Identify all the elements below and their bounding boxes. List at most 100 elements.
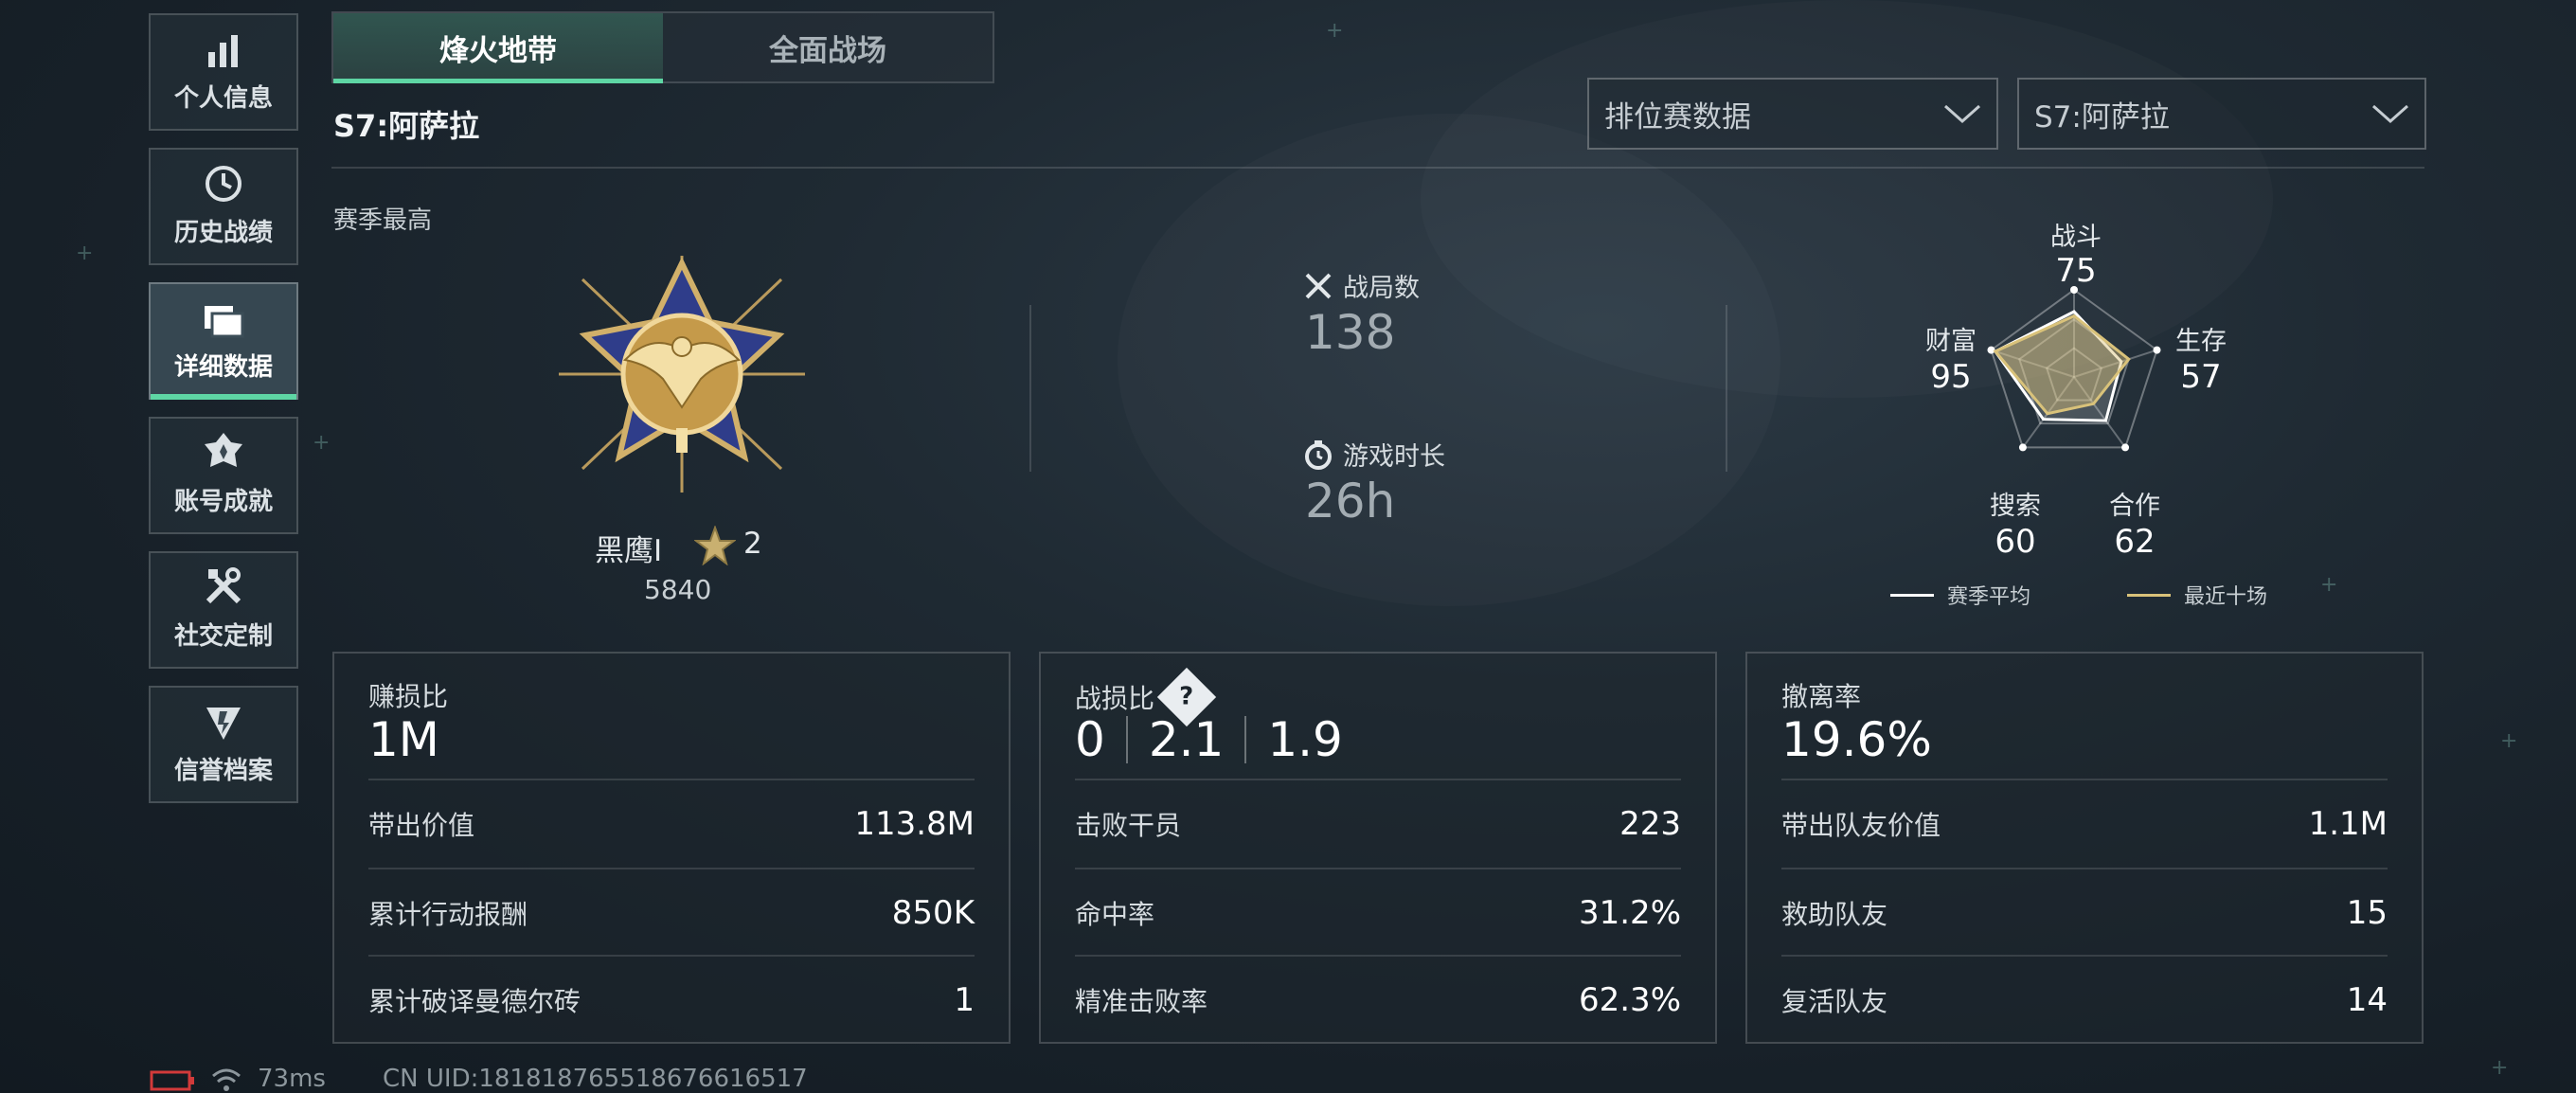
ping-value: 73ms [258, 1065, 326, 1093]
radar-axis-value: 75 [2055, 252, 2097, 290]
decor-cross: + [2320, 573, 2338, 597]
table-row: 复活队友 14 [1781, 955, 2388, 1044]
sidebar-item-label: 历史战绩 [173, 218, 273, 247]
matches-label-text: 战局数 [1343, 274, 1420, 303]
row-value: 113.8M [854, 805, 975, 843]
row-value: 62.3% [1578, 981, 1681, 1019]
radar-axis-value: 95 [1930, 358, 1972, 396]
radar-axis-dot [2121, 443, 2130, 452]
row-value: 223 [1619, 805, 1681, 843]
row-key: 带出价值 [368, 810, 475, 841]
radar-axis-dot [2018, 443, 2027, 452]
combat-card: 战损比 ? 0 2.1 1.9 击败干员 223 命中率 31.2% 精准击败率 62… [1039, 652, 1717, 1044]
playtime-label: 游戏时长 [1303, 436, 1445, 473]
mode-filter-dropdown[interactable]: 排位赛数据 [1587, 78, 1998, 150]
row-key: 击败干员 [1075, 810, 1182, 841]
bar-chart-icon [203, 31, 244, 69]
radar-axis-value: 60 [1995, 523, 2036, 561]
sidebar-item-social[interactable]: 社交定制 [149, 551, 298, 669]
row-value: 31.2% [1578, 894, 1681, 932]
profit-ratio-value: 1M [368, 712, 439, 767]
row-key: 命中率 [1075, 899, 1155, 930]
battery-icon [150, 1070, 194, 1091]
table-row: 累计行动报酬 850K [368, 868, 975, 957]
sidebar-item-achievements[interactable]: 账号成就 [149, 417, 298, 534]
radar-axis-value: 57 [2180, 358, 2222, 396]
kd-value-2: 2.1 [1148, 712, 1225, 767]
matches-label: 战局数 [1303, 267, 1420, 304]
card-big-value: 0 2.1 1.9 [1075, 712, 1343, 767]
chevron-down-icon [1944, 104, 1980, 124]
wifi-icon [212, 1068, 241, 1091]
legend-season-average: 赛季平均 [1890, 580, 2030, 610]
table-row: 命中率 31.2% [1075, 868, 1681, 957]
radar-axis-label: 生存 [2175, 327, 2227, 356]
card-title-text: 战损比 [1075, 683, 1155, 714]
radar-axis-label: 战斗 [2050, 223, 2102, 252]
rank-name: 黑鹰Ⅰ [595, 534, 663, 568]
sidebar-item-personal-info[interactable]: 个人信息 [149, 13, 298, 131]
table-row: 精准击败率 62.3% [1075, 955, 1681, 1044]
season-title: S7:阿萨拉 [333, 108, 480, 144]
table-row: 带出价值 113.8M [368, 779, 975, 868]
card-big-value: 1M [368, 712, 439, 767]
sidebar-item-history[interactable]: 历史战绩 [149, 148, 298, 265]
card-title-text: 撤离率 [1781, 681, 1862, 712]
kd-value-1: 0 [1075, 712, 1105, 767]
sidebar-item-label: 账号成就 [173, 487, 273, 516]
row-key: 精准击败率 [1075, 986, 1208, 1017]
radar-axis-value: 62 [2114, 523, 2156, 561]
radar-axis-label: 搜索 [1990, 492, 2041, 521]
decor-cross: + [1326, 19, 1344, 43]
folders-icon [203, 300, 244, 338]
season-filter-value: S7:阿萨拉 [2034, 99, 2170, 134]
card-title-text: 赚损比 [368, 681, 449, 712]
table-row: 累计破译曼德尔砖 1 [368, 955, 975, 1044]
legend-line [2127, 593, 2171, 597]
rank-score: 5840 [644, 574, 712, 605]
chevron-down-icon [2372, 104, 2408, 124]
table-row: 带出队友价值 1.1M [1781, 779, 2388, 868]
profit-card: 赚损比 1M 带出价值 113.8M 累计行动报酬 850K 累计破译曼德尔砖 1 [332, 652, 1011, 1044]
matches-value: 138 [1305, 305, 1396, 360]
row-value: 14 [2346, 981, 2388, 1019]
row-key: 复活队友 [1781, 986, 1888, 1017]
kd-value-3: 1.9 [1267, 712, 1343, 767]
playtime-label-text: 游戏时长 [1343, 442, 1445, 472]
decor-cross: + [2500, 729, 2518, 753]
row-value: 850K [891, 894, 975, 932]
radar-axis-label: 财富 [1925, 327, 1977, 356]
sidebar-item-detailed-data[interactable]: 详细数据 [149, 282, 298, 400]
radar-axis-label: 合作 [2109, 492, 2160, 521]
card-title: 赚损比 [368, 676, 448, 714]
achievement-icon [203, 432, 244, 473]
ability-radar-chart [1987, 286, 2161, 452]
tab-hazard-zone[interactable]: 烽火地带 [333, 13, 663, 83]
legend-label: 赛季平均 [1947, 585, 2031, 609]
header-divider [331, 167, 2424, 169]
legend-label: 最近十场 [2184, 585, 2268, 609]
row-key: 救助队友 [1781, 899, 1888, 930]
section-divider [1726, 305, 1727, 472]
sidebar-item-label: 个人信息 [173, 83, 273, 113]
row-value: 1.1M [2308, 805, 2388, 843]
season-best-label: 赛季最高 [333, 206, 433, 235]
sidebar-item-label: 详细数据 [173, 352, 273, 382]
reputation-icon [203, 704, 244, 742]
history-clock-icon [203, 165, 244, 204]
decor-cross: + [2491, 1056, 2509, 1080]
extract-rate-value: 19.6% [1781, 712, 1932, 767]
tab-full-battlefield[interactable]: 全面战场 [663, 13, 993, 81]
user-uid: CN UID:18181876551867661651​7 [383, 1065, 808, 1093]
rank-stars: 2 [743, 527, 762, 561]
star-icon [694, 526, 736, 565]
decor-cross: + [313, 431, 331, 455]
section-divider [1029, 305, 1031, 472]
table-row: 击败干员 223 [1075, 779, 1681, 868]
sidebar-item-reputation[interactable]: 信誉档案 [149, 686, 298, 803]
radar-axis-dot [1987, 346, 1995, 354]
season-filter-dropdown[interactable]: S7:阿萨拉 [2017, 78, 2426, 150]
row-key: 累计行动报酬 [368, 899, 528, 930]
value-separator [1125, 716, 1128, 763]
legend-line [1890, 593, 1934, 597]
